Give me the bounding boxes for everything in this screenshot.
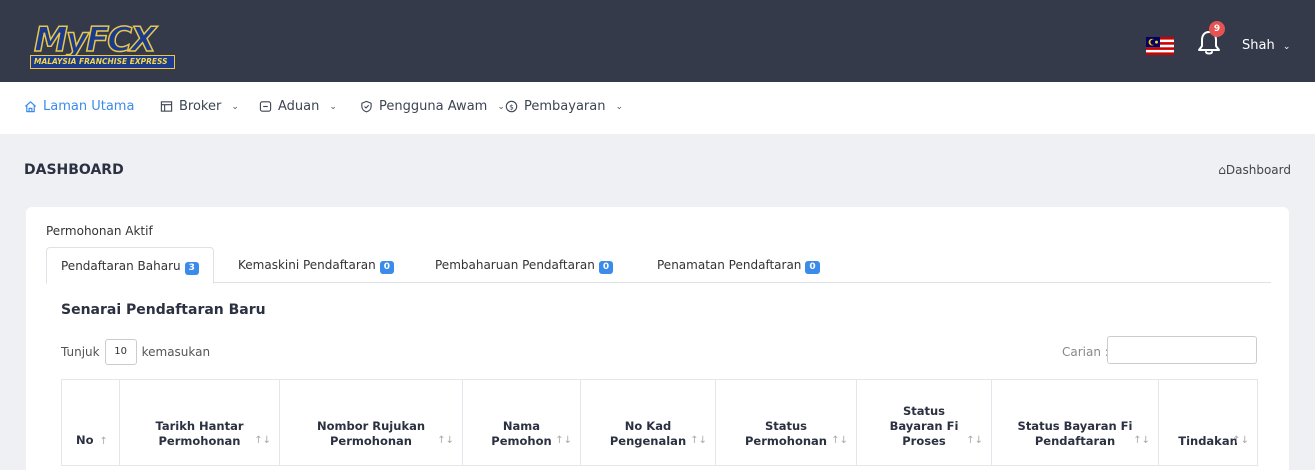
tab-pendaftaran-baharu[interactable]: Pendaftaran Baharu 3: [46, 247, 214, 284]
registration-table: No ↑ Tarikh Hantar Permohonan ↑↓ Nombor Ruj…: [61, 379, 1258, 466]
breadcrumb[interactable]: ⌂Dashboard: [1218, 163, 1291, 177]
user-name: Shah: [1242, 38, 1275, 53]
column-header-label: No Kad: [624, 419, 672, 433]
section-title: Senarai Pendaftaran Baru: [61, 302, 266, 318]
nav-item-label: Laman Utama: [43, 99, 135, 114]
column-header-no[interactable]: No ↑: [61, 379, 120, 466]
card-heading: Permohonan Aktif: [46, 224, 153, 238]
column-header-label: Permohonan: [744, 434, 827, 448]
nav-item-laman-utama[interactable]: Laman Utama: [24, 99, 134, 114]
column-header-label: Bayaran Fi: [889, 419, 959, 433]
column-header-nama-pemohon[interactable]: Nama Pemohon ↑↓: [462, 379, 581, 466]
breadcrumb-dashboard: Dashboard: [1225, 163, 1291, 177]
chevron-down-icon: ⌄: [497, 101, 505, 112]
shield-icon: [361, 100, 372, 113]
count-badge: 0: [379, 261, 394, 274]
length-suffix: kemasukan: [141, 345, 211, 359]
column-header-label: Tarikh Hantar: [155, 419, 244, 433]
message-icon: [259, 101, 272, 112]
column-header-status-bayaran-fi-pendaftaran[interactable]: Status Bayaran Fi Pendaftaran ↑↓: [991, 379, 1159, 466]
tab-label: Penamatan Pendaftaran: [657, 258, 802, 272]
sort-icon: ↑↓: [555, 435, 572, 446]
tab-label: Pembaharuan Pendaftaran: [435, 258, 595, 272]
column-header-label: Permohonan: [329, 434, 412, 448]
page-length-control: Tunjuk 10 kemasukan: [61, 339, 210, 365]
search-label: Carian :: [1062, 345, 1109, 359]
column-header-no-kad[interactable]: No Kad Pengenalan ↑↓: [580, 379, 716, 466]
column-header-tarikh-hantar[interactable]: Tarikh Hantar Permohonan ↑↓: [119, 379, 280, 466]
nav-item-label: Pengguna Awam: [379, 99, 488, 114]
column-header-label: No: [76, 433, 94, 447]
column-header-label: Permohonan: [158, 434, 241, 448]
home-icon: [24, 101, 37, 113]
count-badge: 0: [805, 261, 820, 274]
user-menu[interactable]: Shah ⌄: [1242, 38, 1290, 53]
tab-pembaharuan-pendaftaran[interactable]: Pembaharuan Pendaftaran 0: [421, 247, 627, 284]
tab-label: Pendaftaran Baharu: [61, 259, 181, 273]
chevron-down-icon: ⌄: [615, 101, 624, 112]
sort-asc-icon: ↑: [99, 436, 108, 447]
column-header-tindakan[interactable]: Tindakan ↑↓: [1158, 379, 1258, 466]
page-title: DASHBOARD: [24, 162, 124, 178]
tab-penamatan-pendaftaran[interactable]: Penamatan Pendaftaran 0: [643, 247, 834, 284]
column-header-label: Nama: [502, 419, 541, 433]
nav-item-pengguna-awam[interactable]: Pengguna Awam ⌄: [360, 99, 505, 114]
brand-logo[interactable]: MyFCX MALAYSIA FRANCHISE EXPRESS: [30, 19, 175, 70]
nav-item-label: Broker: [179, 99, 222, 114]
table-header-row: No ↑ Tarikh Hantar Permohonan ↑↓ Nombor Ruj…: [61, 379, 1258, 466]
sort-icon: ↑↓: [254, 435, 271, 446]
column-header-label: Nombor Rujukan: [316, 419, 426, 433]
logo-subtitle: MALAYSIA FRANCHISE EXPRESS: [30, 55, 175, 69]
home-icon: ⌂: [1218, 163, 1226, 177]
notification-count-badge: 9: [1209, 21, 1225, 37]
chevron-down-icon: ⌄: [231, 101, 239, 112]
count-badge: 3: [184, 262, 199, 275]
dollar-icon: $: [505, 100, 518, 113]
active-applications-card: Permohonan Aktif Pendaftaran Baharu 3 Kem…: [26, 207, 1289, 470]
top-bar: MyFCX MALAYSIA FRANCHISE EXPRESS 9 Shah …: [0, 0, 1315, 82]
column-header-label: Status: [764, 419, 808, 433]
sort-icon: ↑↓: [966, 435, 983, 446]
column-header-label: Status: [902, 404, 946, 418]
column-header-status-permohonan[interactable]: Status Permohonan ↑↓: [715, 379, 857, 466]
column-header-label: Pendaftaran: [1034, 434, 1116, 448]
sort-icon: ↑↓: [690, 435, 707, 446]
length-prefix: Tunjuk: [61, 345, 100, 359]
nav-item-label: Aduan: [278, 99, 320, 114]
sort-icon: ↑↓: [831, 435, 848, 446]
column-header-nombor-rujukan[interactable]: Nombor Rujukan Permohonan ↑↓: [279, 379, 463, 466]
nav-item-aduan[interactable]: Aduan ⌄: [259, 99, 337, 114]
chevron-down-icon: ⌄: [1282, 42, 1291, 52]
main-nav: Laman Utama Broker ⌄ Aduan ⌄ Pengguna Aw…: [0, 82, 1315, 134]
sort-icon: ↑↓: [437, 435, 454, 446]
nav-item-broker[interactable]: Broker ⌄: [160, 99, 239, 114]
chevron-down-icon: ⌄: [329, 101, 337, 112]
application-tabs: Pendaftaran Baharu 3 Kemaskini Pendaftara…: [46, 247, 1271, 284]
sort-icon: ↑↓: [1232, 435, 1249, 446]
count-badge: 0: [598, 261, 614, 274]
sort-icon: ↑↓: [1133, 435, 1150, 446]
column-header-label: Status Bayaran Fi: [1017, 419, 1133, 433]
tab-kemaskini-pendaftaran[interactable]: Kemaskini Pendaftaran 0: [224, 247, 408, 284]
nav-item-label: Pembayaran: [524, 99, 606, 114]
table-icon: [160, 101, 173, 112]
page-length-select[interactable]: 10: [104, 339, 137, 365]
logo-wordmark: MyFCX: [33, 19, 157, 61]
column-header-status-bayaran-fi-proses[interactable]: Status Bayaran Fi Proses ↑↓: [856, 379, 992, 466]
svg-text:$: $: [509, 102, 514, 111]
tab-label: Kemaskini Pendaftaran: [238, 258, 376, 272]
nav-item-pembayaran[interactable]: $ Pembayaran ⌄: [505, 99, 623, 114]
malaysia-flag-icon[interactable]: [1146, 37, 1174, 55]
search-input[interactable]: [1107, 336, 1257, 364]
